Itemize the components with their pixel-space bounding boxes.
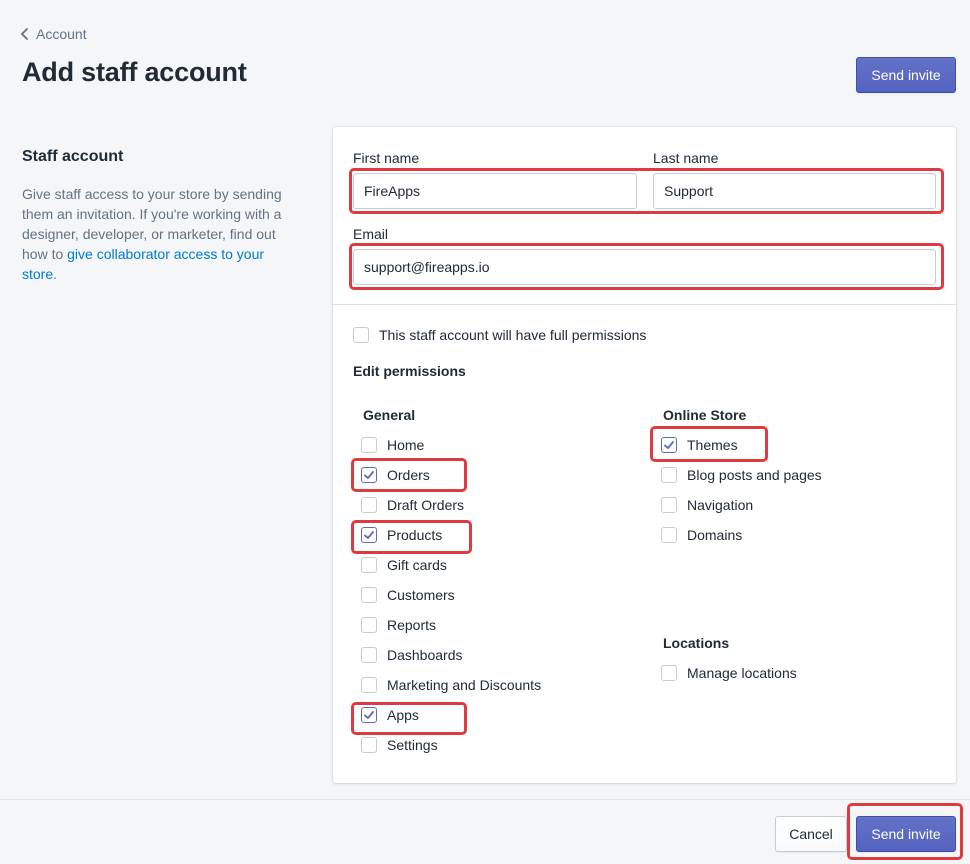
checkbox-box bbox=[361, 617, 377, 633]
permission-label: Marketing and Discounts bbox=[387, 677, 542, 693]
checkbox-box bbox=[361, 647, 377, 663]
permission-home-checkbox[interactable]: Home bbox=[361, 435, 424, 455]
permission-settings-checkbox[interactable]: Settings bbox=[361, 735, 438, 755]
breadcrumb-account[interactable]: Account bbox=[20, 26, 87, 42]
permission-customers-checkbox[interactable]: Customers bbox=[361, 585, 455, 605]
checkbox-box bbox=[353, 327, 369, 343]
permission-label: Settings bbox=[387, 737, 438, 753]
checkbox-box bbox=[361, 587, 377, 603]
permission-label: Draft Orders bbox=[387, 497, 465, 513]
section-description: Give staff access to your store by sendi… bbox=[22, 184, 282, 284]
checkbox-box bbox=[661, 437, 677, 453]
permission-label: Manage locations bbox=[687, 665, 797, 681]
permission-orders-checkbox[interactable]: Orders bbox=[361, 465, 430, 485]
permission-blog-posts-and-pages-checkbox[interactable]: Blog posts and pages bbox=[661, 465, 822, 485]
email-input[interactable] bbox=[353, 249, 936, 285]
permission-label: Themes bbox=[687, 437, 738, 453]
permission-reports-checkbox[interactable]: Reports bbox=[361, 615, 436, 635]
general-group-title: General bbox=[363, 407, 416, 423]
permission-label: Home bbox=[387, 437, 425, 453]
permission-themes-checkbox[interactable]: Themes bbox=[661, 435, 738, 455]
permission-label: Orders bbox=[387, 467, 430, 483]
section-description-tail: . bbox=[53, 266, 58, 282]
checkmark-icon bbox=[664, 441, 674, 449]
permission-label: Navigation bbox=[687, 497, 754, 513]
permission-draft-orders-checkbox[interactable]: Draft Orders bbox=[361, 495, 464, 515]
chevron-left-icon bbox=[21, 28, 28, 40]
checkbox-box bbox=[361, 707, 377, 723]
send-invite-button-bottom[interactable]: Send invite bbox=[856, 816, 956, 852]
first-name-input[interactable] bbox=[353, 173, 637, 209]
last-name-input[interactable] bbox=[653, 173, 936, 209]
checkbox-box bbox=[661, 527, 677, 543]
checkbox-box bbox=[361, 467, 377, 483]
checkbox-box bbox=[361, 677, 377, 693]
checkbox-box bbox=[661, 467, 677, 483]
permission-products-checkbox[interactable]: Products bbox=[361, 525, 442, 545]
locations-group-title: Locations bbox=[663, 635, 730, 651]
full-permissions-label: This staff account will have full permis… bbox=[379, 327, 647, 343]
full-permissions-checkbox[interactable]: This staff account will have full permis… bbox=[353, 325, 646, 345]
permission-navigation-checkbox[interactable]: Navigation bbox=[661, 495, 753, 515]
checkbox-box bbox=[361, 737, 377, 753]
checkbox-box bbox=[661, 665, 677, 681]
permission-label: Domains bbox=[687, 527, 743, 543]
online-store-group-title: Online Store bbox=[663, 407, 747, 423]
last-name-label: Last name bbox=[653, 150, 719, 166]
email-label: Email bbox=[353, 226, 389, 242]
section-heading: Staff account bbox=[22, 148, 124, 165]
permission-label: Gift cards bbox=[387, 557, 447, 573]
permission-label: Apps bbox=[387, 707, 419, 723]
permission-gift-cards-checkbox[interactable]: Gift cards bbox=[361, 555, 447, 575]
checkbox-box bbox=[361, 557, 377, 573]
permission-label: Reports bbox=[387, 617, 437, 633]
checkmark-icon bbox=[364, 531, 374, 539]
edit-permissions-heading: Edit permissions bbox=[353, 363, 466, 379]
permission-manage-locations-checkbox[interactable]: Manage locations bbox=[661, 663, 797, 683]
first-name-label: First name bbox=[353, 150, 420, 166]
send-invite-button-top[interactable]: Send invite bbox=[856, 57, 956, 93]
checkmark-icon bbox=[364, 471, 374, 479]
checkbox-box bbox=[361, 437, 377, 453]
permission-label: Blog posts and pages bbox=[687, 467, 822, 483]
permission-label: Dashboards bbox=[387, 647, 463, 663]
page-title: Add staff account bbox=[22, 57, 247, 87]
checkbox-box bbox=[361, 497, 377, 513]
cancel-button[interactable]: Cancel bbox=[775, 816, 847, 852]
permission-label: Products bbox=[387, 527, 443, 543]
permission-label: Customers bbox=[387, 587, 455, 603]
permission-domains-checkbox[interactable]: Domains bbox=[661, 525, 742, 545]
footer-divider bbox=[0, 799, 970, 800]
permission-dashboards-checkbox[interactable]: Dashboards bbox=[361, 645, 463, 665]
card-divider bbox=[333, 304, 956, 305]
breadcrumb-label: Account bbox=[36, 26, 87, 42]
checkbox-box bbox=[361, 527, 377, 543]
permission-apps-checkbox[interactable]: Apps bbox=[361, 705, 419, 725]
checkbox-box bbox=[661, 497, 677, 513]
checkmark-icon bbox=[364, 711, 374, 719]
permission-marketing-and-discounts-checkbox[interactable]: Marketing and Discounts bbox=[361, 675, 541, 695]
